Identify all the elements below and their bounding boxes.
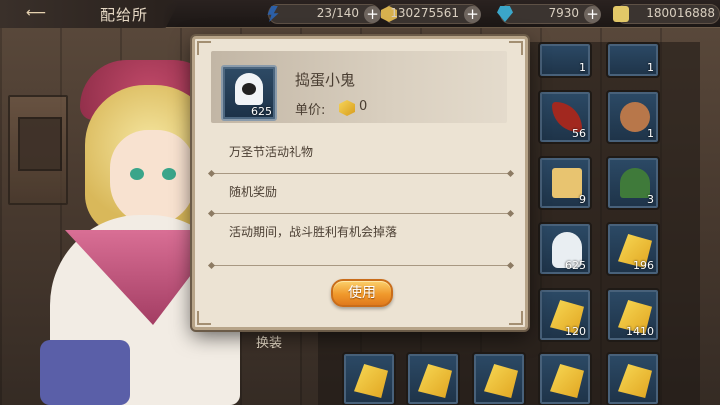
gold-piece-icon [418,364,452,398]
description-line: 随机奖励 [229,185,278,199]
gold-piece-icon [550,364,584,398]
slot-count: 3 [647,193,654,206]
gold-value: 130275561 [390,6,459,20]
divider [211,213,511,214]
inventory-slot[interactable]: 9 [538,156,592,210]
exchange-label[interactable]: 换装 [256,332,282,351]
popup-corner [197,311,211,325]
price-value: 0 [359,99,368,114]
gold-coin-icon [339,100,355,116]
inventory-slot[interactable] [406,352,460,405]
ghost-icon: 625 [221,65,277,121]
back-arrow-icon: ⟵ [26,5,47,21]
ticket-value: 180016888 [646,6,715,20]
slot-count: 1 [579,61,586,74]
inventory-slot[interactable]: 120 [538,288,592,342]
inventory-slot[interactable]: 1 [606,90,660,144]
slot-count: 9 [579,193,586,206]
inventory-slot[interactable] [472,352,526,405]
pouch-icon [620,102,650,132]
slot-count: 196 [633,259,654,272]
item-detail-popup: 625 捣蛋小鬼 单价: 0 万圣节活动礼物 随机奖励 活动期间，战斗胜利有机会… [192,36,528,330]
ticket-icon [613,6,629,22]
popup-corner [197,41,211,55]
slot-count: 1410 [626,325,654,338]
inventory-slot[interactable] [538,352,592,405]
popup-corner [509,311,523,325]
slot-count: 120 [565,325,586,338]
item-header: 625 捣蛋小鬼 单价: 0 [211,51,507,123]
page-title: 配给所 [100,6,149,24]
character-skirt [40,340,130,405]
character-eye-left [130,168,144,180]
character-face [110,130,195,225]
description-line: 活动期间，战斗胜利有机会掉落 [229,225,398,239]
popup-corner [509,41,523,55]
item-count: 625 [251,105,272,118]
back-button[interactable]: ⟵ 配给所 [0,0,180,28]
divider [211,173,511,174]
frog-icon [620,168,650,198]
top-bar: ⟵ 配给所 23/140 + 130275561 + 7930 + 180016… [0,0,720,28]
stamina-resource: 23/140 + [267,4,381,24]
use-button[interactable]: 使用 [331,279,393,307]
item-name: 捣蛋小鬼 [295,71,356,89]
add-stamina-button[interactable]: + [364,6,381,23]
gold-piece-icon [354,364,388,398]
inventory-slot[interactable]: 625 [538,222,592,276]
ticket-resource: 180016888 [613,4,720,24]
inventory-slot[interactable]: 1 [538,42,592,78]
gold-resource: 130275561 + [381,4,481,24]
lightning-icon [267,6,279,22]
gem-value: 7930 [548,6,579,20]
slot-count: 56 [572,127,586,140]
character-eye-right [162,168,176,180]
divider [211,265,511,266]
inventory-slot[interactable] [342,352,396,405]
price-label: 单价: [295,103,326,118]
add-gold-button[interactable]: + [464,6,481,23]
description-line: 万圣节活动礼物 [229,145,314,159]
slot-count: 1 [647,61,654,74]
inventory-slot[interactable]: 1 [606,42,660,78]
gem-resource: 7930 + [497,4,601,24]
slot-count: 625 [565,259,586,272]
inventory-slot[interactable]: 1410 [606,288,660,342]
inventory-slot[interactable]: 3 [606,156,660,210]
gold-piece-icon [484,364,518,398]
blue-gem-icon [497,6,513,22]
stamina-value: 23/140 [316,6,359,20]
envelope-icon [552,168,582,198]
inventory-slot[interactable] [606,352,660,405]
inventory-slot[interactable]: 196 [606,222,660,276]
inventory-slot[interactable]: 56 [538,90,592,144]
ghost-face [242,83,256,95]
add-gem-button[interactable]: + [584,6,601,23]
slot-count: 1 [647,127,654,140]
gold-piece-icon [618,364,652,398]
